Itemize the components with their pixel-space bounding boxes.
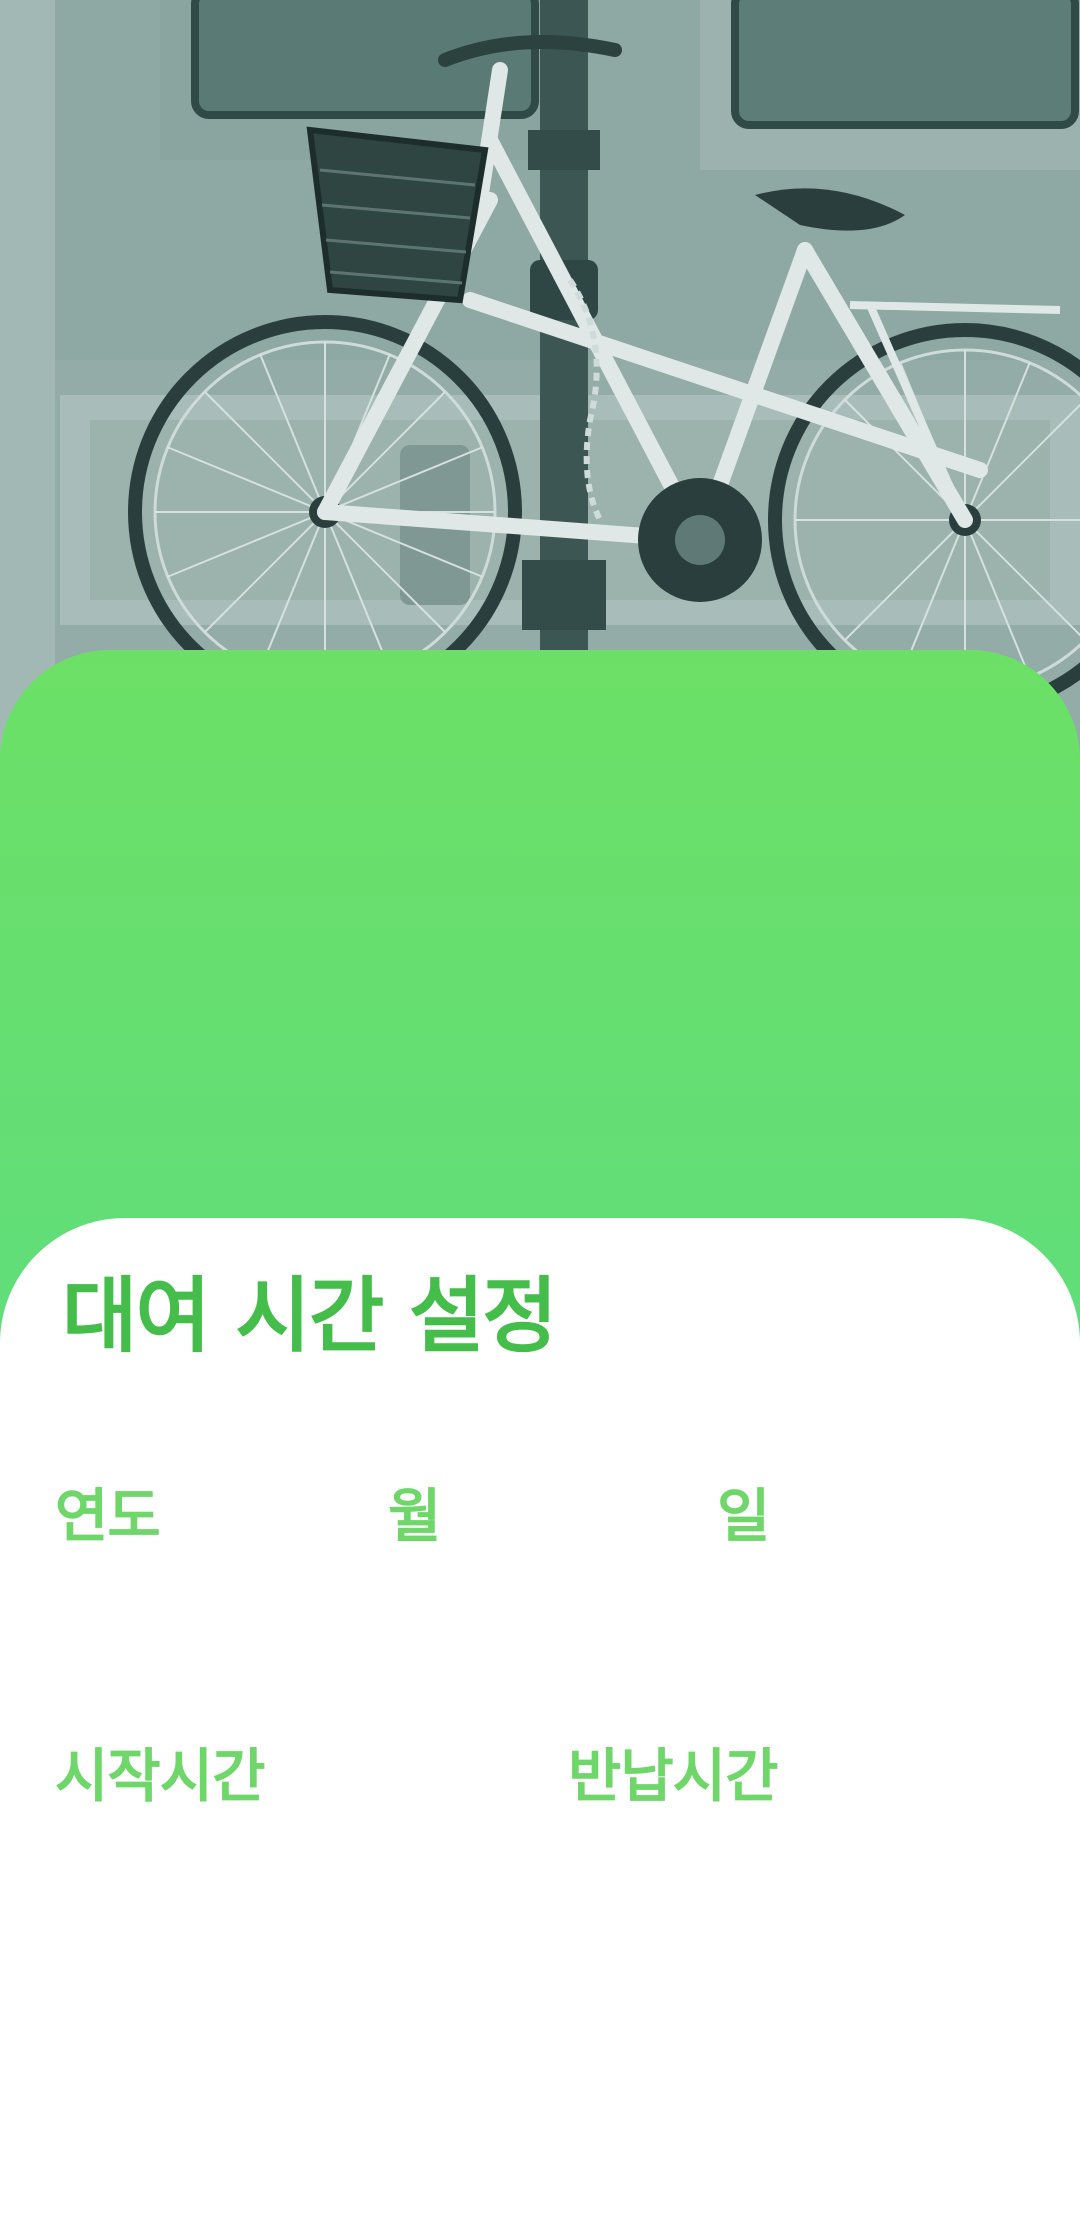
return-time-picker[interactable] (568, 1830, 1028, 1940)
start-time-picker[interactable] (55, 1830, 525, 1940)
sheet-title: 대여 시간 설정 (62, 1269, 558, 1364)
start-time-label: 시작시간 (55, 1742, 265, 1810)
month-label: 월 (388, 1482, 441, 1550)
day-label: 일 (717, 1482, 770, 1550)
year-label: 연도 (55, 1482, 161, 1550)
year-picker[interactable] (55, 1570, 345, 1680)
bicycle-illustration (0, 0, 1080, 760)
month-picker[interactable] (388, 1570, 678, 1680)
return-time-label: 반납시간 (568, 1742, 778, 1810)
rental-time-screen: 대여 시간 설정 연도 월 일 시작시간 반납시간 (0, 0, 1080, 2220)
hero-image (0, 0, 1080, 760)
day-picker[interactable] (717, 1570, 1017, 1680)
rental-time-sheet (0, 1218, 1080, 2220)
